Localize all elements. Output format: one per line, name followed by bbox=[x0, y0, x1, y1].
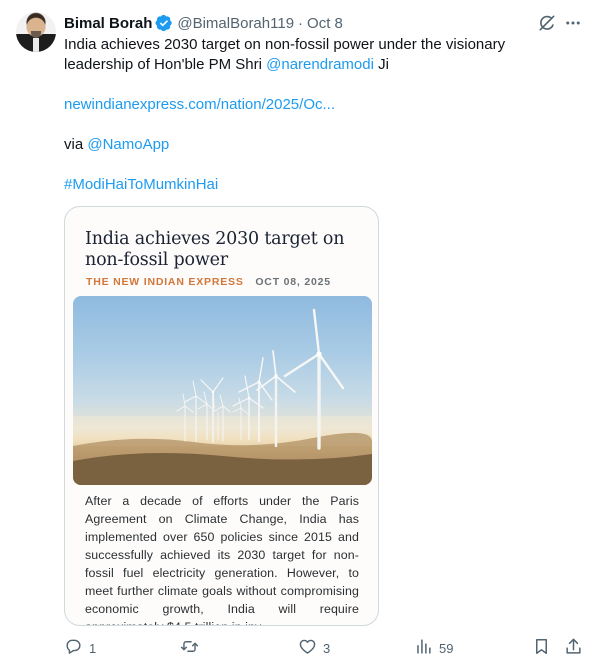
tweet-date[interactable]: Oct 8 bbox=[307, 15, 343, 32]
article-url-link[interactable]: newindianexpress.com/nation/2025/Oc... bbox=[64, 95, 564, 115]
hashtag-link[interactable]: #ModiHaiToMumkinHai bbox=[64, 175, 564, 195]
share-button[interactable] bbox=[564, 636, 583, 660]
tweet[interactable]: Bimal Borah @BimalBorah119 · Oct 8 India… bbox=[0, 0, 598, 669]
bookmark-button[interactable] bbox=[532, 636, 551, 660]
reply-count: 1 bbox=[89, 640, 97, 656]
card-excerpt: After a decade of efforts under the Pari… bbox=[85, 494, 359, 625]
repost-icon bbox=[180, 637, 199, 659]
tweet-line-2: leadership of Hon'ble PM Shri @narendram… bbox=[64, 55, 564, 75]
via-handle-link[interactable]: @NamoApp bbox=[87, 136, 169, 153]
tweet-text: India achieves 2030 target on non-fossil… bbox=[64, 35, 564, 195]
mention-link[interactable]: @narendramodi bbox=[266, 56, 374, 73]
action-bar: 1 3 59 bbox=[56, 628, 586, 668]
tweet-header: Bimal Borah @BimalBorah119 · Oct 8 bbox=[64, 12, 343, 34]
tweet-line-2-suffix: Ji bbox=[373, 56, 389, 73]
verified-badge-icon[interactable] bbox=[155, 14, 173, 32]
bookmark-icon bbox=[532, 637, 551, 659]
like-icon bbox=[298, 637, 317, 659]
reply-button[interactable]: 1 bbox=[64, 636, 96, 660]
card-title: India achieves 2030 target on non-fossil… bbox=[85, 229, 345, 270]
like-button[interactable]: 3 bbox=[298, 636, 330, 660]
views-icon bbox=[414, 637, 433, 659]
views-button[interactable]: 59 bbox=[414, 636, 453, 660]
author-name[interactable]: Bimal Borah bbox=[64, 15, 152, 32]
tweet-line-2-prefix: leadership of Hon'ble PM Shri bbox=[64, 56, 267, 73]
card-meta: THE NEW INDIAN EXPRESS OCT 08, 2025 bbox=[86, 276, 331, 288]
grok-icon[interactable] bbox=[536, 12, 558, 34]
reply-icon bbox=[64, 637, 83, 659]
wind-turbines-image bbox=[73, 296, 372, 485]
like-count: 3 bbox=[323, 640, 331, 656]
views-count: 59 bbox=[439, 640, 454, 656]
separator-dot: · bbox=[298, 14, 304, 32]
repost-button[interactable] bbox=[180, 636, 205, 660]
card-date: OCT 08, 2025 bbox=[255, 276, 331, 288]
card-source: THE NEW INDIAN EXPRESS bbox=[86, 276, 244, 288]
share-icon bbox=[564, 637, 583, 659]
author-handle[interactable]: @BimalBorah119 bbox=[177, 15, 294, 32]
more-icon[interactable] bbox=[562, 12, 584, 34]
tweet-line-1: India achieves 2030 target on non-fossil… bbox=[64, 36, 506, 53]
media-card[interactable]: India achieves 2030 target on non-fossil… bbox=[64, 206, 379, 626]
via-line: via @NamoApp bbox=[64, 135, 564, 155]
avatar[interactable] bbox=[16, 12, 56, 52]
via-prefix: via bbox=[64, 136, 88, 153]
